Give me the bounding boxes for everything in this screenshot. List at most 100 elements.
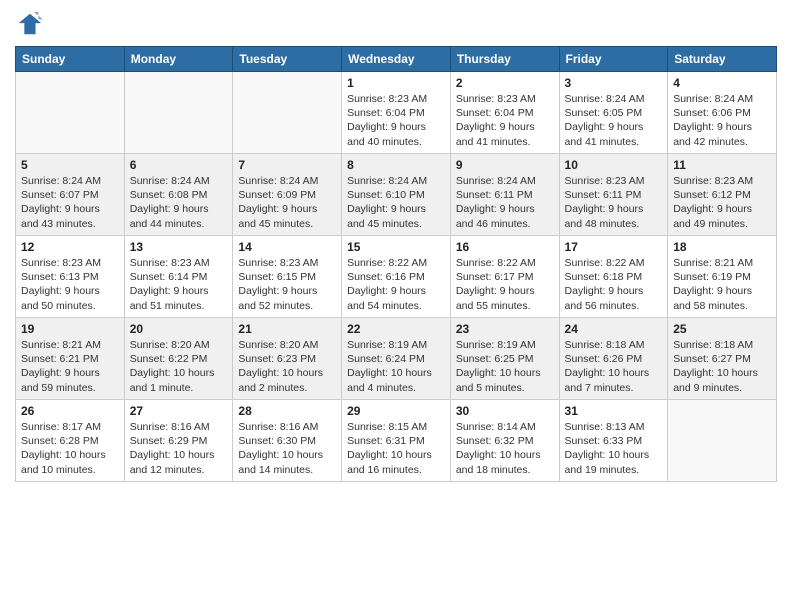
day-number: 8 (347, 158, 445, 172)
calendar-cell (16, 72, 125, 154)
calendar-cell: 29 Sunrise: 8:15 AM Sunset: 6:31 PM Dayli… (342, 400, 451, 482)
day-number: 27 (130, 404, 228, 418)
calendar-row-0: 1 Sunrise: 8:23 AM Sunset: 6:04 PM Daylig… (16, 72, 777, 154)
day-number: 10 (565, 158, 663, 172)
day-info: Sunrise: 8:23 AM Sunset: 6:14 PM Dayligh… (130, 256, 228, 313)
calendar-row-2: 12 Sunrise: 8:23 AM Sunset: 6:13 PM Dayli… (16, 236, 777, 318)
calendar-row-3: 19 Sunrise: 8:21 AM Sunset: 6:21 PM Dayli… (16, 318, 777, 400)
weekday-header-monday: Monday (124, 47, 233, 72)
weekday-header-tuesday: Tuesday (233, 47, 342, 72)
calendar-cell: 16 Sunrise: 8:22 AM Sunset: 6:17 PM Dayli… (450, 236, 559, 318)
day-number: 9 (456, 158, 554, 172)
day-info: Sunrise: 8:15 AM Sunset: 6:31 PM Dayligh… (347, 420, 445, 477)
calendar-cell: 24 Sunrise: 8:18 AM Sunset: 6:26 PM Dayli… (559, 318, 668, 400)
day-number: 20 (130, 322, 228, 336)
day-info: Sunrise: 8:19 AM Sunset: 6:24 PM Dayligh… (347, 338, 445, 395)
day-number: 16 (456, 240, 554, 254)
day-info: Sunrise: 8:18 AM Sunset: 6:26 PM Dayligh… (565, 338, 663, 395)
day-number: 6 (130, 158, 228, 172)
day-number: 28 (238, 404, 336, 418)
day-info: Sunrise: 8:20 AM Sunset: 6:23 PM Dayligh… (238, 338, 336, 395)
day-info: Sunrise: 8:23 AM Sunset: 6:04 PM Dayligh… (347, 92, 445, 149)
calendar-cell: 12 Sunrise: 8:23 AM Sunset: 6:13 PM Dayli… (16, 236, 125, 318)
day-info: Sunrise: 8:23 AM Sunset: 6:11 PM Dayligh… (565, 174, 663, 231)
day-number: 24 (565, 322, 663, 336)
calendar-cell (124, 72, 233, 154)
calendar-cell: 19 Sunrise: 8:21 AM Sunset: 6:21 PM Dayli… (16, 318, 125, 400)
calendar-cell: 25 Sunrise: 8:18 AM Sunset: 6:27 PM Dayli… (668, 318, 777, 400)
calendar-cell: 8 Sunrise: 8:24 AM Sunset: 6:10 PM Daylig… (342, 154, 451, 236)
weekday-header-row: SundayMondayTuesdayWednesdayThursdayFrid… (16, 47, 777, 72)
day-number: 14 (238, 240, 336, 254)
calendar-cell: 5 Sunrise: 8:24 AM Sunset: 6:07 PM Daylig… (16, 154, 125, 236)
day-number: 2 (456, 76, 554, 90)
weekday-header-wednesday: Wednesday (342, 47, 451, 72)
day-info: Sunrise: 8:22 AM Sunset: 6:17 PM Dayligh… (456, 256, 554, 313)
calendar-cell: 11 Sunrise: 8:23 AM Sunset: 6:12 PM Dayli… (668, 154, 777, 236)
day-number: 31 (565, 404, 663, 418)
day-number: 29 (347, 404, 445, 418)
day-info: Sunrise: 8:24 AM Sunset: 6:08 PM Dayligh… (130, 174, 228, 231)
calendar-cell: 17Sunrise: 8:22 AM Sunset: 6:18 PM Dayli… (559, 236, 668, 318)
day-info: Sunrise: 8:16 AM Sunset: 6:29 PM Dayligh… (130, 420, 228, 477)
day-number: 11 (673, 158, 771, 172)
day-info: Sunrise: 8:18 AM Sunset: 6:27 PM Dayligh… (673, 338, 771, 395)
weekday-header-saturday: Saturday (668, 47, 777, 72)
day-info: Sunrise: 8:21 AM Sunset: 6:21 PM Dayligh… (21, 338, 119, 395)
weekday-header-thursday: Thursday (450, 47, 559, 72)
day-number: 17 (565, 240, 663, 254)
day-info: Sunrise: 8:13 AM Sunset: 6:33 PM Dayligh… (565, 420, 663, 477)
calendar-row-4: 26 Sunrise: 8:17 AM Sunset: 6:28 PM Dayli… (16, 400, 777, 482)
day-info: Sunrise: 8:24 AM Sunset: 6:11 PM Dayligh… (456, 174, 554, 231)
day-info: Sunrise: 8:20 AM Sunset: 6:22 PM Dayligh… (130, 338, 228, 395)
day-info: Sunrise: 8:24 AM Sunset: 6:07 PM Dayligh… (21, 174, 119, 231)
calendar-cell: 3 Sunrise: 8:24 AM Sunset: 6:05 PM Daylig… (559, 72, 668, 154)
day-number: 19 (21, 322, 119, 336)
day-info: Sunrise: 8:16 AM Sunset: 6:30 PM Dayligh… (238, 420, 336, 477)
calendar-cell: 26 Sunrise: 8:17 AM Sunset: 6:28 PM Dayli… (16, 400, 125, 482)
calendar-cell: 1 Sunrise: 8:23 AM Sunset: 6:04 PM Daylig… (342, 72, 451, 154)
calendar-cell: 31 Sunrise: 8:13 AM Sunset: 6:33 PM Dayli… (559, 400, 668, 482)
day-number: 4 (673, 76, 771, 90)
calendar-cell (233, 72, 342, 154)
day-info: Sunrise: 8:23 AM Sunset: 6:04 PM Dayligh… (456, 92, 554, 149)
calendar-cell: 14 Sunrise: 8:23 AM Sunset: 6:15 PM Dayli… (233, 236, 342, 318)
day-number: 30 (456, 404, 554, 418)
day-info: Sunrise: 8:24 AM Sunset: 6:05 PM Dayligh… (565, 92, 663, 149)
day-info: Sunrise: 8:23 AM Sunset: 6:12 PM Dayligh… (673, 174, 771, 231)
day-number: 12 (21, 240, 119, 254)
header (15, 10, 777, 38)
calendar-cell: 23Sunrise: 8:19 AM Sunset: 6:25 PM Dayli… (450, 318, 559, 400)
weekday-header-sunday: Sunday (16, 47, 125, 72)
day-number: 7 (238, 158, 336, 172)
day-number: 22 (347, 322, 445, 336)
logo (15, 10, 47, 38)
calendar-cell: 30Sunrise: 8:14 AM Sunset: 6:32 PM Dayli… (450, 400, 559, 482)
calendar-cell: 6 Sunrise: 8:24 AM Sunset: 6:08 PM Daylig… (124, 154, 233, 236)
day-info: Sunrise: 8:21 AM Sunset: 6:19 PM Dayligh… (673, 256, 771, 313)
day-info: Sunrise: 8:23 AM Sunset: 6:15 PM Dayligh… (238, 256, 336, 313)
day-number: 18 (673, 240, 771, 254)
calendar-cell: 2 Sunrise: 8:23 AM Sunset: 6:04 PM Daylig… (450, 72, 559, 154)
day-number: 13 (130, 240, 228, 254)
calendar-cell: 4Sunrise: 8:24 AM Sunset: 6:06 PM Daylig… (668, 72, 777, 154)
calendar-cell (668, 400, 777, 482)
calendar-row-1: 5 Sunrise: 8:24 AM Sunset: 6:07 PM Daylig… (16, 154, 777, 236)
day-info: Sunrise: 8:23 AM Sunset: 6:13 PM Dayligh… (21, 256, 119, 313)
day-info: Sunrise: 8:19 AM Sunset: 6:25 PM Dayligh… (456, 338, 554, 395)
calendar-cell: 18 Sunrise: 8:21 AM Sunset: 6:19 PM Dayli… (668, 236, 777, 318)
day-number: 26 (21, 404, 119, 418)
day-info: Sunrise: 8:17 AM Sunset: 6:28 PM Dayligh… (21, 420, 119, 477)
day-number: 3 (565, 76, 663, 90)
calendar-cell: 9 Sunrise: 8:24 AM Sunset: 6:11 PM Daylig… (450, 154, 559, 236)
day-info: Sunrise: 8:24 AM Sunset: 6:10 PM Dayligh… (347, 174, 445, 231)
calendar-cell: 27 Sunrise: 8:16 AM Sunset: 6:29 PM Dayli… (124, 400, 233, 482)
day-number: 21 (238, 322, 336, 336)
day-info: Sunrise: 8:24 AM Sunset: 6:09 PM Dayligh… (238, 174, 336, 231)
weekday-header-friday: Friday (559, 47, 668, 72)
calendar-table: SundayMondayTuesdayWednesdayThursdayFrid… (15, 46, 777, 482)
day-info: Sunrise: 8:22 AM Sunset: 6:16 PM Dayligh… (347, 256, 445, 313)
day-number: 1 (347, 76, 445, 90)
day-number: 25 (673, 322, 771, 336)
day-number: 5 (21, 158, 119, 172)
